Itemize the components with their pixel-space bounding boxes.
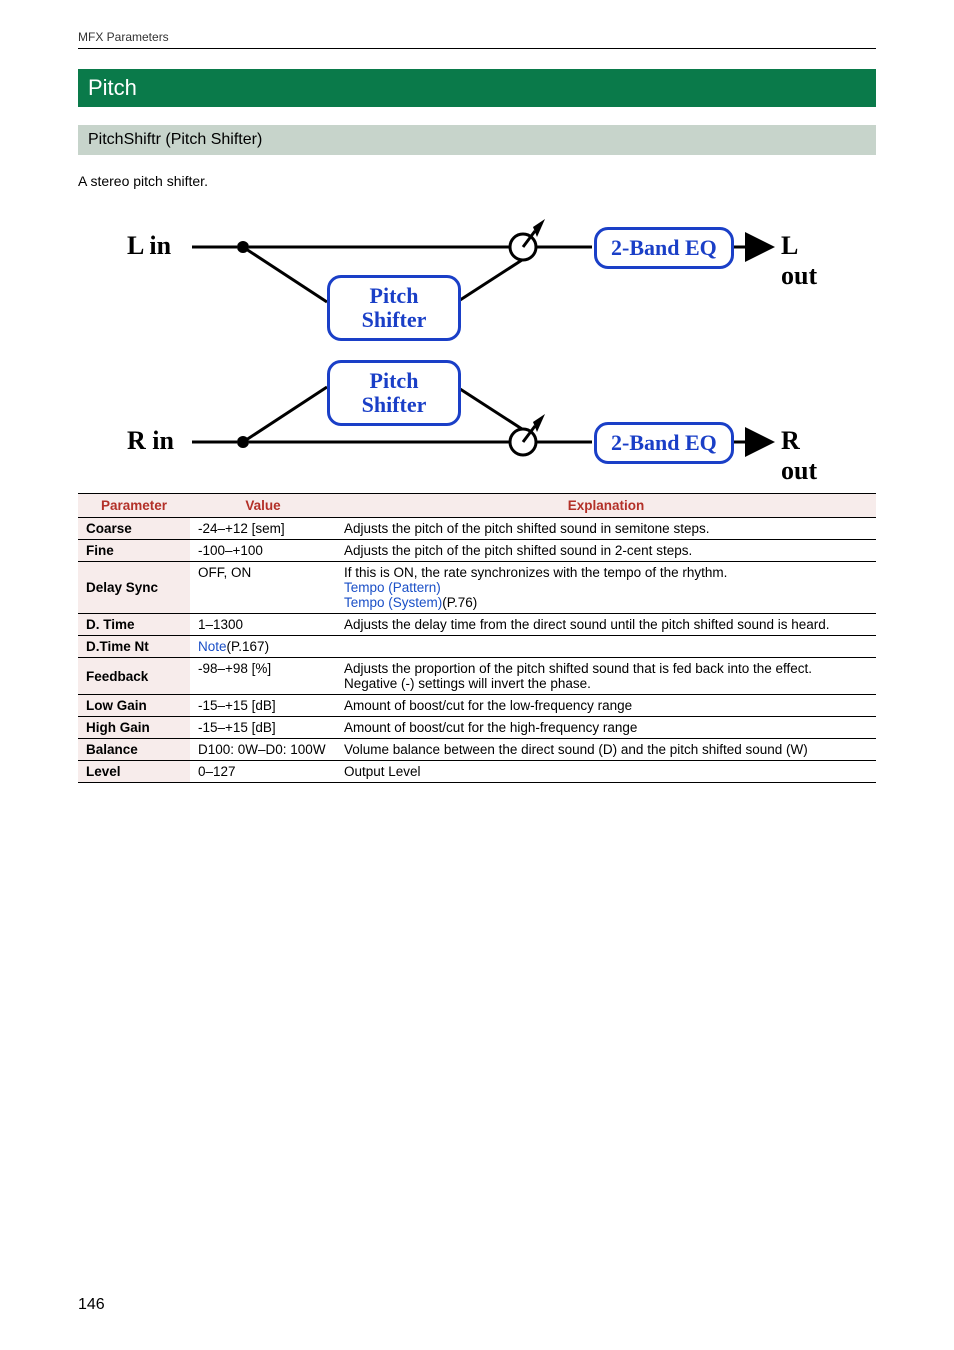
table-header-row: Parameter Value Explanation	[78, 494, 876, 518]
table-row: Delay Sync OFF, ON If this is ON, the ra…	[78, 562, 876, 614]
table-row: Fine -100–+100 Adjusts the pitch of the …	[78, 540, 876, 562]
box-eq-1: 2-Band EQ	[594, 227, 734, 269]
parameter-table: Parameter Value Explanation Coarse -24–+…	[78, 493, 876, 783]
table-row: Low Gain -15–+15 [dB] Amount of boost/cu…	[78, 695, 876, 717]
table-row: Balance D100: 0W–D0: 100W Volume balance…	[78, 739, 876, 761]
section-heading: Pitch	[78, 69, 876, 107]
intro-text: A stereo pitch shifter.	[78, 173, 876, 189]
box-eq-2: 2-Band EQ	[594, 422, 734, 464]
table-row: High Gain -15–+15 [dB] Amount of boost/c…	[78, 717, 876, 739]
document-page: MFX Parameters Pitch PitchShiftr (Pitch …	[0, 0, 954, 1350]
label-r-out: R out	[781, 426, 837, 486]
table-row: D.Time Nt Note(P.167)	[78, 636, 876, 658]
label-r-in: R in	[127, 426, 174, 456]
page-number: 146	[78, 1296, 105, 1314]
link-note[interactable]: Note	[198, 639, 227, 654]
link-tempo-system[interactable]: Tempo (System)	[344, 595, 442, 610]
table-row: D. Time 1–1300 Adjusts the delay time fr…	[78, 614, 876, 636]
box-pitch-shifter-1: PitchShifter	[327, 275, 461, 341]
box-pitch-shifter-2: PitchShifter	[327, 360, 461, 426]
link-tempo-pattern[interactable]: Tempo (Pattern)	[344, 580, 868, 595]
label-l-out: L out	[781, 231, 837, 291]
table-row: Feedback -98–+98 [%] Adjusts the proport…	[78, 658, 876, 695]
running-header: MFX Parameters	[78, 30, 876, 44]
signal-flow-diagram: L in R in L out R out PitchShifter Pitch…	[117, 197, 837, 477]
col-value: Value	[190, 494, 336, 518]
subsection-heading: PitchShiftr (Pitch Shifter)	[78, 125, 876, 155]
table-row: Level 0–127 Output Level	[78, 761, 876, 783]
col-explanation: Explanation	[336, 494, 876, 518]
col-parameter: Parameter	[78, 494, 190, 518]
label-l-in: L in	[127, 231, 171, 261]
table-row: Coarse -24–+12 [sem] Adjusts the pitch o…	[78, 518, 876, 540]
header-rule	[78, 48, 876, 49]
